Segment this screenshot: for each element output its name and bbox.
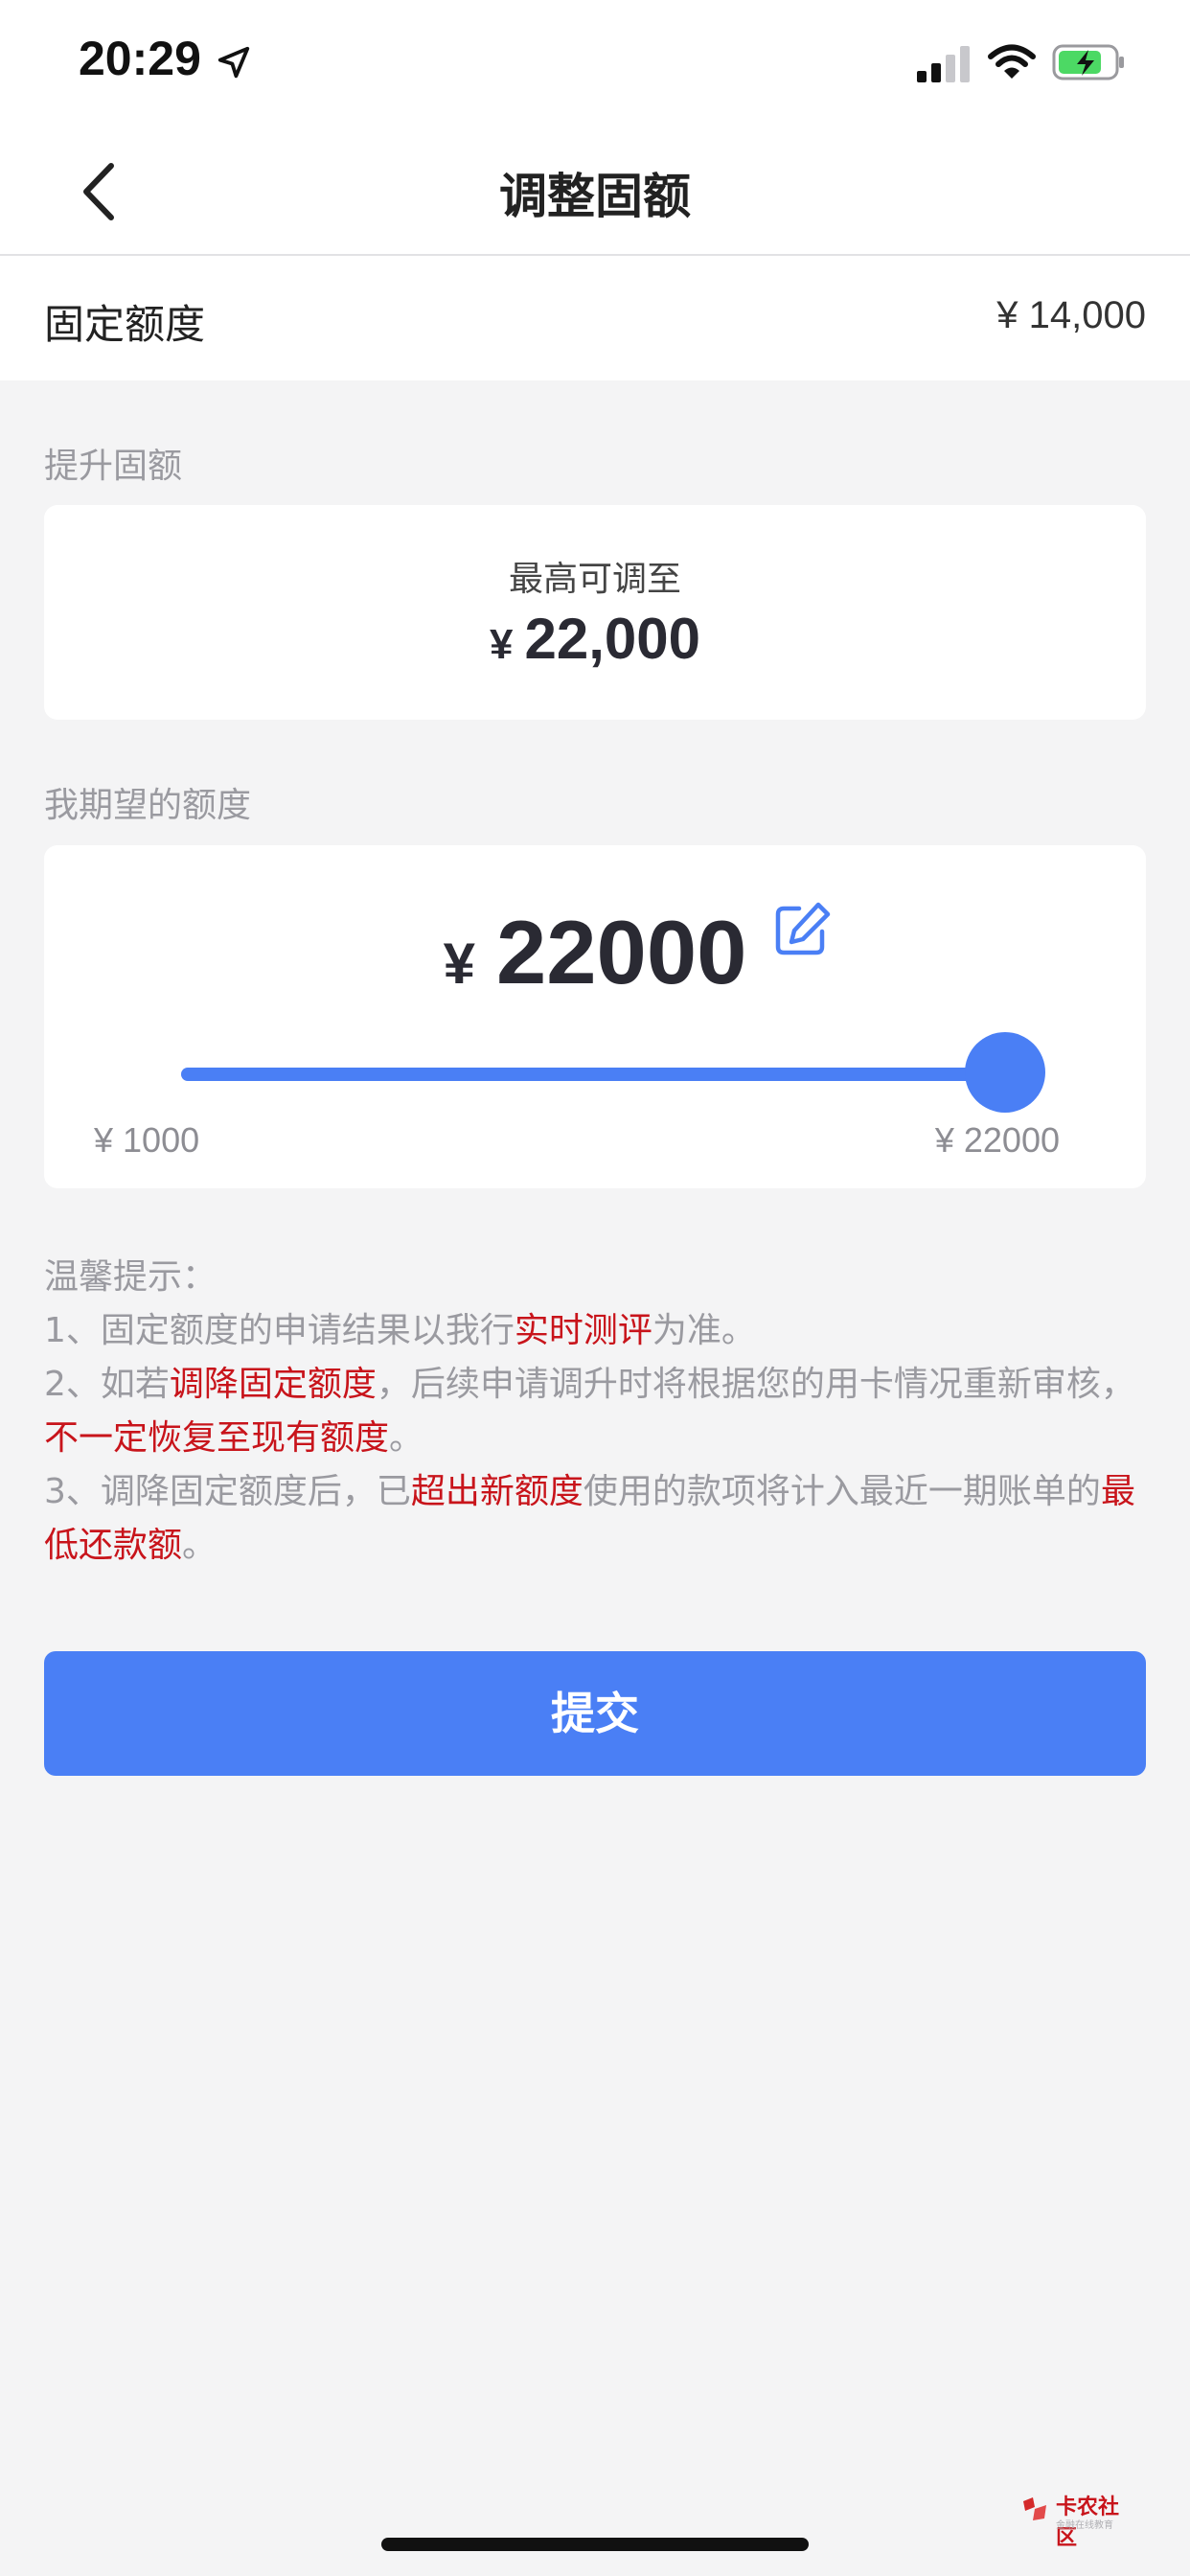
max-limit-value: ¥22,000: [44, 606, 1146, 672]
tip-text: 。: [182, 1526, 217, 1565]
fixed-limit-value: ¥ 14,000: [996, 294, 1146, 336]
page-title: 调整固额: [499, 169, 691, 224]
expected-section-label: 我期望的额度: [44, 786, 252, 825]
tip-text: 为准。: [652, 1311, 756, 1350]
battery-charging-icon: [1052, 44, 1124, 80]
location-arrow-icon: [217, 46, 250, 79]
fixed-limit-row: 固定额度 ¥ 14,000: [0, 256, 1190, 380]
tip-text: 3、调降固定额度后，已: [44, 1472, 411, 1511]
watermark-logo-icon: [1023, 2497, 1046, 2520]
tip-item-2: 2、如若调降固定额度，后续申请调升时将根据您的用卡情况重新审核， 不一定恢复至现有…: [44, 1358, 1146, 1465]
watermark: 卡农社区 金融在线教育: [1019, 2490, 1134, 2550]
max-limit-caption: 最高可调至: [508, 560, 681, 599]
tips-section: 温馨提示： 1、固定额度的申请结果以我行实时测评为准。 2、如若调降固定额度，后…: [44, 1251, 1146, 1573]
status-time: 20:29: [79, 32, 201, 85]
expected-amount-display: ¥22000: [44, 901, 1146, 1004]
home-indicator: [381, 2538, 809, 2551]
limit-slider-thumb[interactable]: [965, 1032, 1045, 1113]
expected-amount: 22000: [495, 902, 747, 1002]
tip-text: 2、如若: [44, 1365, 170, 1404]
signal-icon: [917, 46, 970, 82]
raise-section-label: 提升固额: [44, 447, 183, 486]
submit-button[interactable]: 提交: [44, 1651, 1146, 1776]
tip-highlight: 不一定恢复至现有额度: [44, 1418, 390, 1458]
edit-icon[interactable]: [770, 899, 834, 962]
fixed-limit-label: 固定额度: [44, 301, 206, 348]
watermark-subtitle: 金融在线教育: [1056, 2520, 1113, 2531]
slider-min-label: ¥ 1000: [94, 1120, 200, 1160]
currency-symbol: ¥: [490, 621, 514, 668]
max-limit-card: 最高可调至 ¥22,000: [44, 505, 1146, 720]
tip-item-1: 1、固定额度的申请结果以我行实时测评为准。: [44, 1304, 1146, 1358]
expected-limit-card: ¥22000 ¥ 1000 ¥ 22000: [44, 845, 1146, 1188]
slider-max-label: ¥ 22000: [934, 1120, 1060, 1160]
tip-highlight: 超出新额度: [410, 1472, 584, 1511]
tip-text: 。: [389, 1418, 424, 1458]
tip-text: ，后续申请调升时将根据您的用卡情况重新审核，: [376, 1365, 1135, 1404]
limit-slider-track[interactable]: [181, 1068, 1005, 1081]
tip-text: 使用的款项将计入最近一期账单的: [583, 1472, 1101, 1511]
wifi-icon: [988, 44, 1036, 79]
max-limit-amount: 22,000: [524, 607, 700, 671]
limit-slider-fill: [181, 1068, 1005, 1081]
tips-title: 温馨提示：: [44, 1257, 217, 1297]
tip-highlight: 实时测评: [514, 1311, 652, 1350]
tip-highlight: 调降固定额度: [169, 1365, 377, 1404]
currency-symbol: ¥: [443, 932, 475, 996]
tip-item-3: 3、调降固定额度后，已超出新额度使用的款项将计入最近一期账单的最低还款额。: [44, 1465, 1146, 1573]
navigation-bar: 调整固额: [0, 129, 1190, 256]
tip-text: 1、固定额度的申请结果以我行: [44, 1311, 515, 1350]
status-bar: 20:29: [0, 0, 1190, 129]
